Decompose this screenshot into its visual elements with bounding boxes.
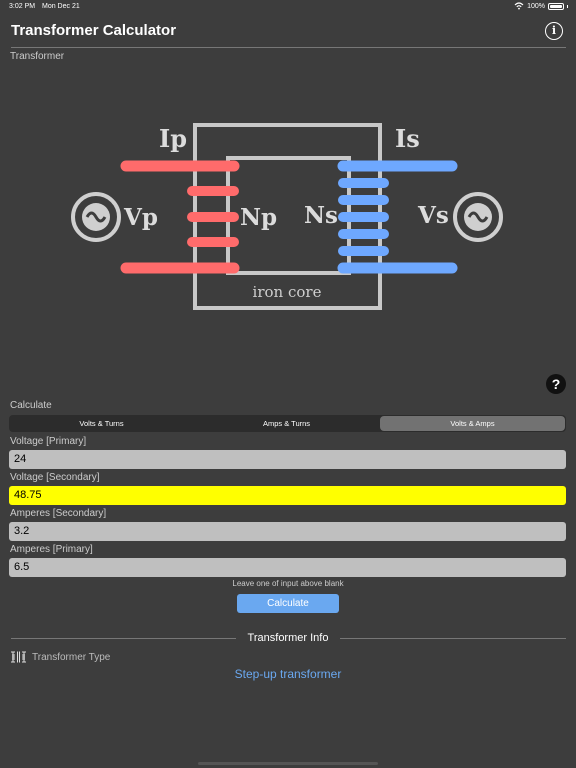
calculate-button[interactable]: Calculate <box>237 594 339 613</box>
page-title: Transformer Calculator <box>11 22 177 39</box>
ac-source-secondary-icon <box>453 192 503 242</box>
tab-volts-turns[interactable]: Volts & Turns <box>9 415 194 432</box>
label-vs: Vs <box>417 202 449 229</box>
field-label-amperes-primary: Amperes [Primary] <box>10 544 93 555</box>
battery-icon <box>548 2 564 10</box>
voltage-secondary-input[interactable]: 48.75 <box>9 486 566 505</box>
label-np: Np <box>240 204 277 231</box>
transformer-info-title: Transformer Info <box>247 632 329 644</box>
label-ns: Ns <box>304 202 338 229</box>
label-is: Is <box>395 124 420 153</box>
tab-volts-amps[interactable]: Volts & Amps <box>380 416 565 431</box>
wifi-icon <box>514 2 524 10</box>
field-label-voltage-secondary: Voltage [Secondary] <box>10 472 100 483</box>
battery-cap <box>567 4 568 8</box>
info-icon[interactable]: i <box>545 22 563 40</box>
status-date: Mon Dec 21 <box>42 3 80 10</box>
tab-amps-turns[interactable]: Amps & Turns <box>194 415 379 432</box>
label-iron-core: iron core <box>253 283 322 301</box>
section-label: Transformer <box>10 51 65 62</box>
help-button[interactable]: ? <box>546 374 566 394</box>
field-label-amperes-secondary: Amperes [Secondary] <box>10 508 107 519</box>
ac-source-primary-icon <box>71 192 121 242</box>
status-time: 3:02 PM <box>9 3 36 10</box>
label-vp: Vp <box>123 204 158 231</box>
home-indicator <box>198 762 378 765</box>
transformer-type-value: Step-up transformer <box>234 667 342 681</box>
calculate-label: Calculate <box>10 400 52 411</box>
header-divider <box>11 47 566 48</box>
amperes-secondary-input[interactable]: 3.2 <box>9 522 566 541</box>
status-bar: 3:02 PM Mon Dec 21 100% <box>0 0 576 14</box>
transformer-type-label: Transformer Type <box>32 652 111 663</box>
amperes-primary-input[interactable]: 6.5 <box>9 558 566 577</box>
transformer-type-icon <box>11 651 26 663</box>
label-ip: Ip <box>159 124 187 153</box>
hint-text: Leave one of input above blank <box>232 579 344 588</box>
transformer-diagram: Ip Is Vp Vs Np Ns iron core <box>71 123 503 310</box>
status-right: 100% <box>514 2 568 10</box>
battery-percent: 100% <box>527 2 545 10</box>
field-label-voltage-primary: Voltage [Primary] <box>10 436 87 447</box>
voltage-primary-input[interactable]: 24 <box>9 450 566 469</box>
mode-segmented-control[interactable]: Volts & Turns Amps & Turns Volts & Amps <box>9 415 566 432</box>
